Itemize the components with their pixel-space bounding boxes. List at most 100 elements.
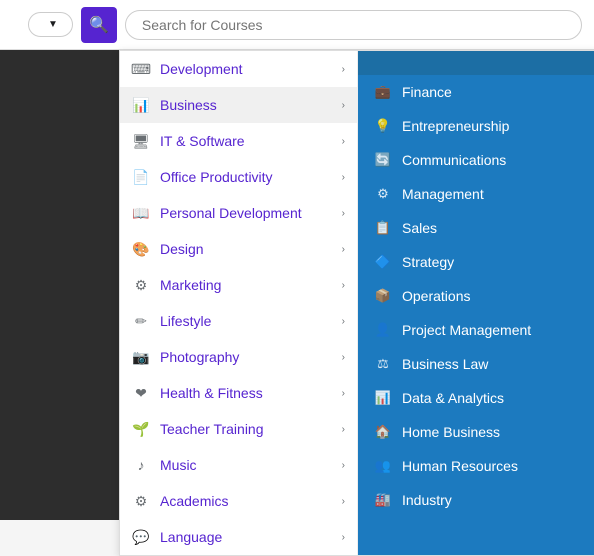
right-label-sales: Sales (402, 220, 437, 236)
menu-arrow-design: › (342, 244, 345, 255)
right-item-operations[interactable]: 📦 Operations (358, 279, 594, 313)
menu-icon-marketing: ⚙ (132, 276, 150, 294)
right-label-finance: Finance (402, 84, 452, 100)
right-item-management[interactable]: ⚙ Management (358, 177, 594, 211)
menu-item-office-productivity[interactable]: 📄 Office Productivity › (120, 159, 357, 195)
menu-label-language: Language (160, 529, 332, 545)
menu-arrow-lifestyle: › (342, 316, 345, 327)
menu-arrow-office-productivity: › (342, 172, 345, 183)
menu-item-photography[interactable]: 📷 Photography › (120, 339, 357, 375)
right-icon-communications: 🔄 (374, 151, 392, 169)
menu-label-office-productivity: Office Productivity (160, 169, 332, 185)
menu-label-marketing: Marketing (160, 277, 332, 293)
menu-item-lifestyle[interactable]: ✏ Lifestyle › (120, 303, 357, 339)
menu-item-health-fitness[interactable]: ❤ Health & Fitness › (120, 375, 357, 411)
right-panel-header (358, 51, 594, 75)
menu-label-photography: Photography (160, 349, 332, 365)
menu-icon-health-fitness: ❤ (132, 384, 150, 402)
left-menu: ⌨ Development › 📊 Business › 🖥 IT & Soft… (120, 51, 358, 555)
right-icon-home-business: 🏠 (374, 423, 392, 441)
menu-item-it-software[interactable]: 🖥 IT & Software › (120, 123, 357, 159)
search-input[interactable] (125, 10, 582, 40)
menu-item-personal-development[interactable]: 📖 Personal Development › (120, 195, 357, 231)
right-label-home-business: Home Business (402, 424, 500, 440)
right-icon-management: ⚙ (374, 185, 392, 203)
right-item-communications[interactable]: 🔄 Communications (358, 143, 594, 177)
right-label-project-management: Project Management (402, 322, 531, 338)
browse-arrow-icon: ▼ (48, 19, 58, 30)
right-icon-business-law: ⚖ (374, 355, 392, 373)
right-label-strategy: Strategy (402, 254, 454, 270)
right-item-human-resources[interactable]: 👥 Human Resources (358, 449, 594, 483)
menu-arrow-language: › (342, 532, 345, 543)
search-button[interactable]: 🔍 (81, 7, 117, 43)
menu-item-music[interactable]: ♪ Music › (120, 447, 357, 483)
menu-arrow-health-fitness: › (342, 388, 345, 399)
right-icon-industry: 🏭 (374, 491, 392, 509)
browse-button[interactable]: ▼ (28, 12, 73, 37)
menu-item-development[interactable]: ⌨ Development › (120, 51, 357, 87)
right-item-strategy[interactable]: 🔷 Strategy (358, 245, 594, 279)
right-label-human-resources: Human Resources (402, 458, 518, 474)
menu-arrow-music: › (342, 460, 345, 471)
right-icon-sales: 📋 (374, 219, 392, 237)
menu-icon-photography: 📷 (132, 348, 150, 366)
menu-arrow-teacher-training: › (342, 424, 345, 435)
right-item-sales[interactable]: 📋 Sales (358, 211, 594, 245)
menu-item-teacher-training[interactable]: 🌱 Teacher Training › (120, 411, 357, 447)
right-label-data-analytics: Data & Analytics (402, 390, 504, 406)
menu-item-language[interactable]: 💬 Language › (120, 519, 357, 555)
menu-label-teacher-training: Teacher Training (160, 421, 332, 437)
menu-icon-development: ⌨ (132, 60, 150, 78)
menu-icon-language: 💬 (132, 528, 150, 546)
menu-arrow-business: › (342, 100, 345, 111)
right-icon-operations: 📦 (374, 287, 392, 305)
right-item-finance[interactable]: 💼 Finance (358, 75, 594, 109)
menu-icon-office-productivity: 📄 (132, 168, 150, 186)
right-label-business-law: Business Law (402, 356, 488, 372)
menu-label-development: Development (160, 61, 332, 77)
right-item-business-law[interactable]: ⚖ Business Law (358, 347, 594, 381)
menu-item-academics[interactable]: ⚙ Academics › (120, 483, 357, 519)
right-panel: 💼 Finance 💡 Entrepreneurship 🔄 Communica… (358, 51, 594, 555)
menu-arrow-photography: › (342, 352, 345, 363)
search-icon: 🔍 (89, 15, 109, 35)
menu-arrow-marketing: › (342, 280, 345, 291)
menu-item-marketing[interactable]: ⚙ Marketing › (120, 267, 357, 303)
right-item-data-analytics[interactable]: 📊 Data & Analytics (358, 381, 594, 415)
menu-label-music: Music (160, 457, 332, 473)
right-icon-entrepreneurship: 💡 (374, 117, 392, 135)
right-item-industry[interactable]: 🏭 Industry (358, 483, 594, 517)
menu-label-it-software: IT & Software (160, 133, 332, 149)
menu-icon-business: 📊 (132, 96, 150, 114)
menu-arrow-academics: › (342, 496, 345, 507)
menu-arrow-development: › (342, 64, 345, 75)
menu-arrow-it-software: › (342, 136, 345, 147)
browse-dropdown: ⌨ Development › 📊 Business › 🖥 IT & Soft… (119, 50, 594, 556)
right-icon-strategy: 🔷 (374, 253, 392, 271)
menu-icon-academics: ⚙ (132, 492, 150, 510)
menu-item-business[interactable]: 📊 Business › (120, 87, 357, 123)
menu-label-design: Design (160, 241, 332, 257)
right-label-entrepreneurship: Entrepreneurship (402, 118, 509, 134)
right-label-industry: Industry (402, 492, 452, 508)
right-item-home-business[interactable]: 🏠 Home Business (358, 415, 594, 449)
menu-label-health-fitness: Health & Fitness (160, 385, 332, 401)
menu-label-personal-development: Personal Development (160, 205, 332, 221)
right-label-operations: Operations (402, 288, 470, 304)
right-label-communications: Communications (402, 152, 506, 168)
menu-label-lifestyle: Lifestyle (160, 313, 332, 329)
right-items-list: 💼 Finance 💡 Entrepreneurship 🔄 Communica… (358, 75, 594, 517)
right-icon-project-management: 👤 (374, 321, 392, 339)
menu-icon-design: 🎨 (132, 240, 150, 258)
menu-label-business: Business (160, 97, 332, 113)
right-label-management: Management (402, 186, 484, 202)
menu-icon-lifestyle: ✏ (132, 312, 150, 330)
menu-arrow-personal-development: › (342, 208, 345, 219)
menu-icon-teacher-training: 🌱 (132, 420, 150, 438)
right-icon-finance: 💼 (374, 83, 392, 101)
right-item-entrepreneurship[interactable]: 💡 Entrepreneurship (358, 109, 594, 143)
menu-item-design[interactable]: 🎨 Design › (120, 231, 357, 267)
menu-icon-it-software: 🖥 (132, 132, 150, 150)
right-item-project-management[interactable]: 👤 Project Management (358, 313, 594, 347)
